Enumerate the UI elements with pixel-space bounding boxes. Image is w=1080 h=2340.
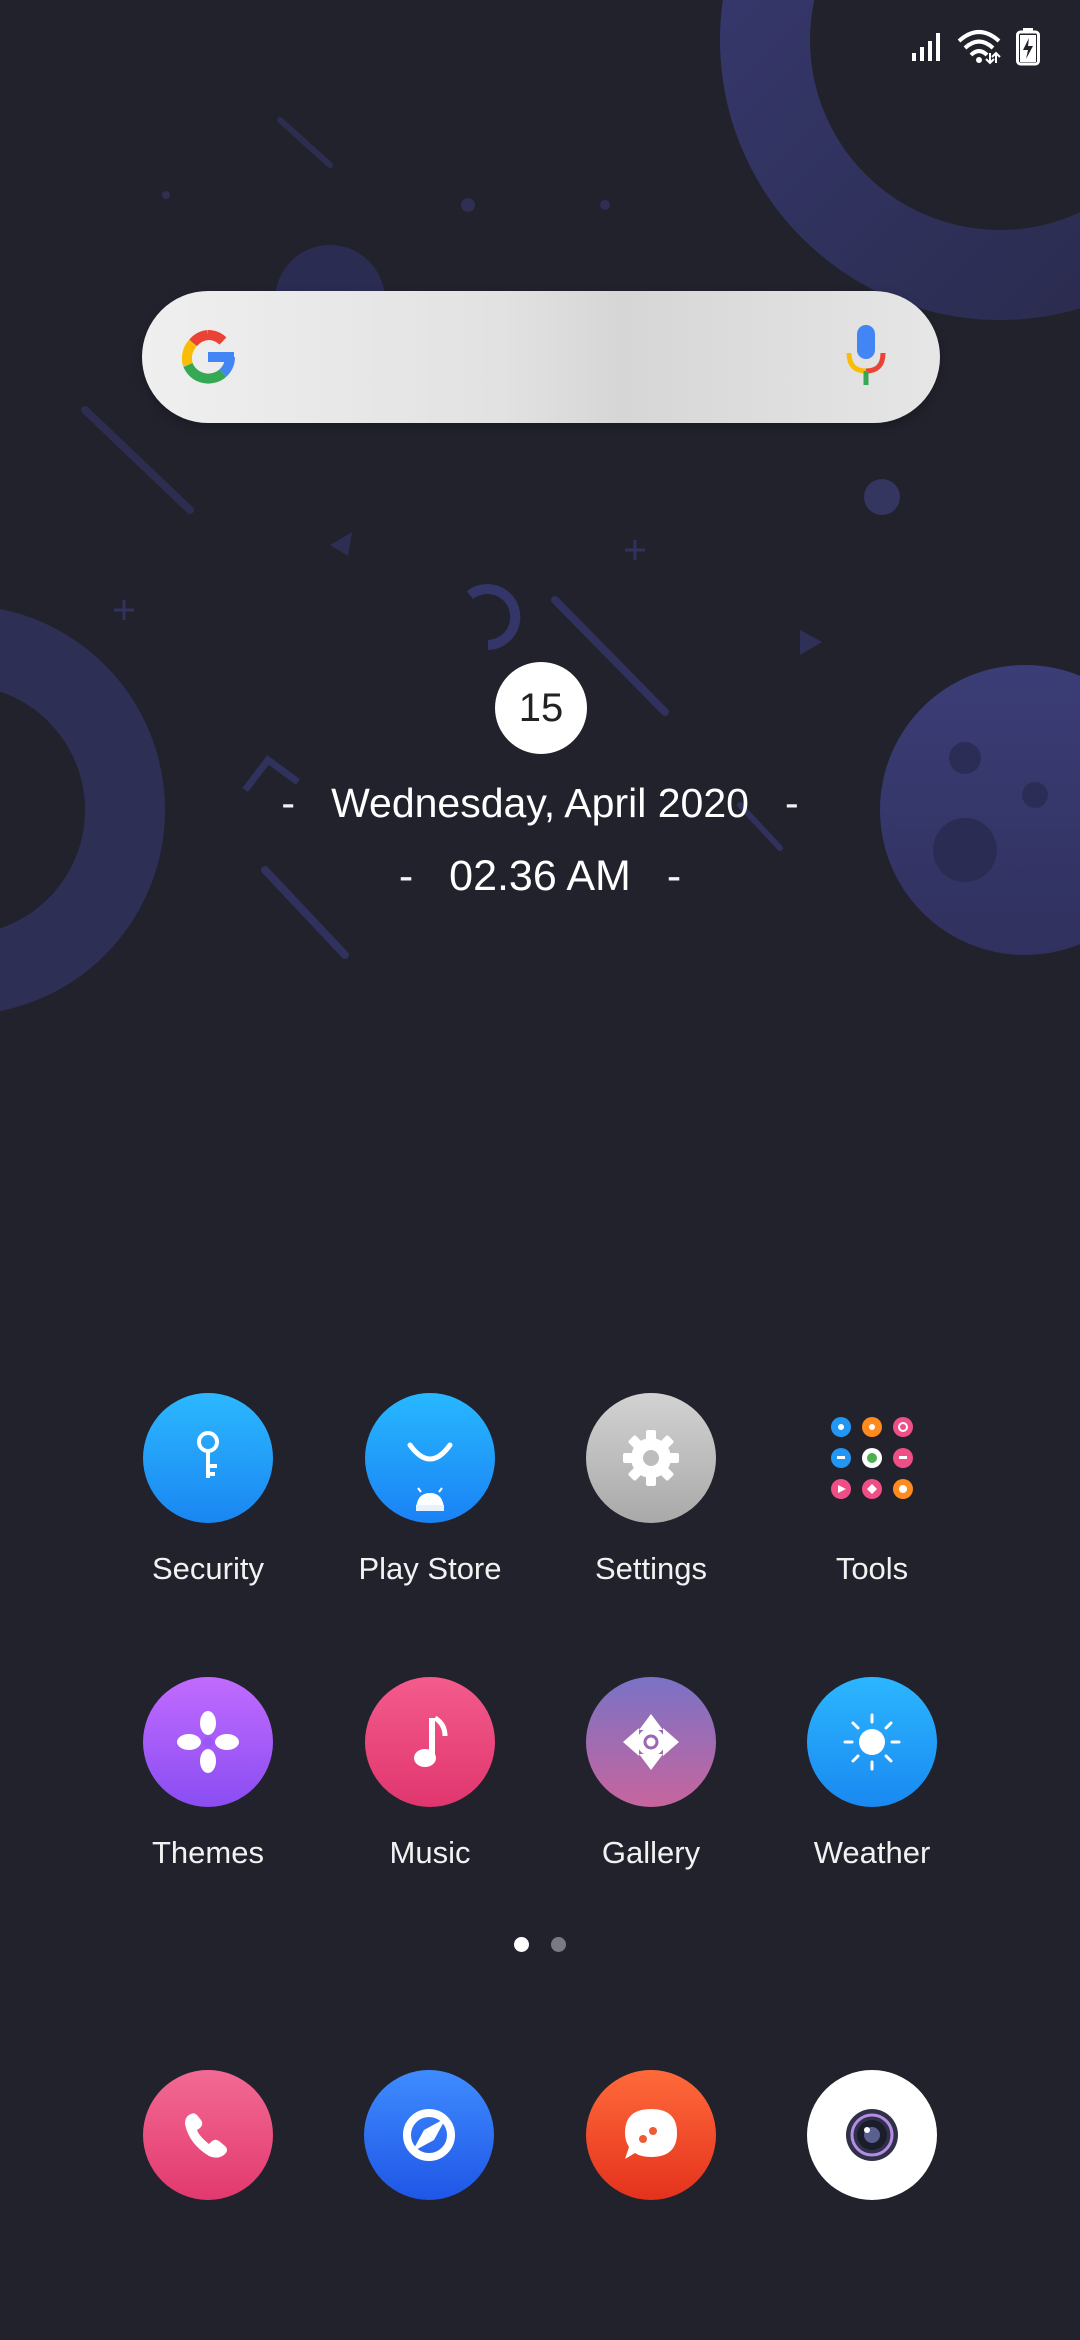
music-note-icon	[365, 1677, 495, 1807]
compass-icon	[403, 2109, 455, 2161]
page-indicator[interactable]	[0, 1937, 1080, 1952]
play-store-icon	[365, 1393, 495, 1523]
app-label: Security	[152, 1551, 264, 1586]
phone-icon	[185, 2113, 227, 2158]
page-dot-active[interactable]	[514, 1937, 529, 1952]
chat-bubble-icon	[625, 2109, 677, 2159]
app-play-store[interactable]: Play Store	[320, 1393, 540, 1587]
app-gallery[interactable]: Gallery	[541, 1677, 761, 1871]
status-bar	[912, 28, 1040, 66]
gallery-flower-icon	[586, 1677, 716, 1807]
app-tools[interactable]: Tools	[762, 1393, 982, 1587]
dock-browser-button[interactable]	[364, 2070, 494, 2200]
battery-charging-icon	[1016, 28, 1040, 66]
gear-icon	[586, 1393, 716, 1523]
app-label: Tools	[835, 1551, 909, 1586]
time-line[interactable]: - 02.36 AM -	[0, 852, 1080, 901]
sun-icon	[807, 1677, 937, 1807]
app-music[interactable]: Music	[320, 1677, 540, 1871]
app-label: Settings	[594, 1551, 707, 1586]
separator: -	[666, 852, 682, 900]
day-number: 15	[518, 685, 564, 730]
themes-flower-icon	[143, 1677, 273, 1807]
google-g-icon	[181, 330, 235, 384]
app-settings[interactable]: Settings	[541, 1393, 761, 1587]
wifi-icon	[957, 30, 1001, 65]
microphone-icon[interactable]	[844, 323, 888, 389]
date-line[interactable]: - Wednesday, April 2020 -	[0, 780, 1080, 827]
app-label: Gallery	[601, 1835, 701, 1870]
dock-camera-button[interactable]	[807, 2070, 937, 2200]
dock-messages-button[interactable]	[586, 2070, 716, 2200]
dock-phone-button[interactable]	[143, 2070, 273, 2200]
page-dot[interactable]	[551, 1937, 566, 1952]
separator: -	[398, 852, 414, 900]
app-label: Music	[389, 1835, 471, 1870]
key-icon	[143, 1393, 273, 1523]
date-text: Wednesday, April 2020	[331, 780, 749, 826]
signal-icon	[912, 33, 940, 61]
app-label: Themes	[152, 1835, 264, 1870]
day-of-month-badge: 15	[495, 662, 587, 754]
app-security[interactable]: Security	[98, 1393, 318, 1587]
app-themes[interactable]: Themes	[98, 1677, 318, 1871]
time-text: 02.36 AM	[449, 852, 631, 900]
separator: -	[281, 780, 296, 826]
app-weather[interactable]: Weather	[762, 1677, 982, 1871]
google-search-bar[interactable]	[142, 291, 940, 423]
tools-grid-icon	[807, 1393, 937, 1523]
camera-lens-icon	[846, 2109, 898, 2161]
separator: -	[784, 780, 799, 826]
app-label: Play Store	[358, 1551, 502, 1586]
app-label: Weather	[813, 1835, 931, 1870]
